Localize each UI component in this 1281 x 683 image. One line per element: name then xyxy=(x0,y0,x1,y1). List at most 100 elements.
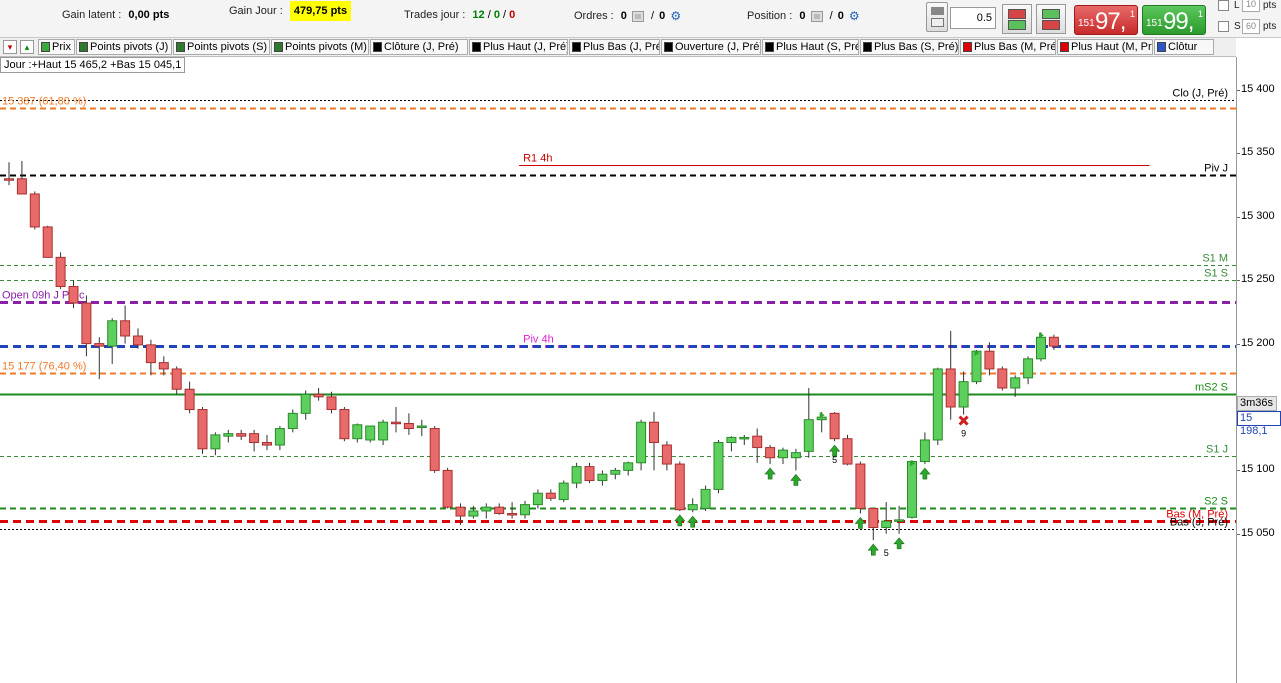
candle-body xyxy=(120,320,131,337)
candle-body xyxy=(94,343,105,347)
price-tick-mark xyxy=(1237,90,1240,91)
candle-body xyxy=(133,335,143,346)
level-label: mS2 S xyxy=(1195,382,1228,394)
position-count-a: 0 xyxy=(799,9,806,22)
indicator-label: Points pivots (S) xyxy=(187,41,268,53)
indicator-tab[interactable]: Points pivots (M) xyxy=(271,39,369,55)
indicator-label: Points pivots (J) xyxy=(90,41,169,53)
candle-body xyxy=(184,388,195,411)
indicator-tab[interactable]: Plus Bas (S, Pré) xyxy=(860,39,959,55)
level-label: S2 S xyxy=(1204,496,1228,508)
candle-body xyxy=(107,320,118,347)
candle-body xyxy=(816,416,827,421)
orders-list-icon[interactable] xyxy=(631,10,644,22)
price-tick-label: 15 250 xyxy=(1241,273,1275,286)
indicator-label: Ouverture (J, Pré) xyxy=(675,41,761,53)
indicator-tab[interactable]: Ouverture (J, Pré) xyxy=(661,39,761,55)
candle-body xyxy=(468,510,479,517)
trades-lost: 0 xyxy=(509,9,516,21)
indicator-tab[interactable]: Points pivots (S) xyxy=(173,39,270,55)
buy-arrow-marker xyxy=(893,537,905,550)
indicator-tab[interactable]: Plus Haut (M, Pré) xyxy=(1057,39,1153,55)
status-bar: Gain latent : 0,00 pts Gain Jour : 479,7… xyxy=(0,0,1281,38)
quantity-input[interactable] xyxy=(950,7,996,29)
indicator-tab[interactable]: Clôture (J, Pré) xyxy=(370,39,468,55)
price-tick-mark xyxy=(1237,343,1240,345)
calculator-icon[interactable] xyxy=(926,2,948,32)
limit-checkbox[interactable] xyxy=(1218,0,1229,11)
candle-body xyxy=(1023,358,1034,379)
buy-price-main: 99, xyxy=(1163,8,1194,35)
indicator-color-swatch xyxy=(765,42,774,52)
candle-body xyxy=(249,433,260,444)
indicator-color-swatch xyxy=(572,42,581,52)
orders-settings-gear-icon[interactable]: ⚙ xyxy=(670,9,681,23)
indicator-color-swatch xyxy=(472,42,481,52)
position: Position : 0 / 0 ⚙ xyxy=(747,9,860,23)
stop-pts-label: pts xyxy=(1263,21,1277,32)
candle-body xyxy=(365,425,376,441)
candle-body xyxy=(455,506,466,517)
ordres-count-a: 0 xyxy=(620,9,627,22)
indicator-tab[interactable]: Points pivots (J) xyxy=(76,39,172,55)
sell-button[interactable]: 151 97, 1 xyxy=(1074,5,1138,35)
candle-body xyxy=(145,344,156,364)
indicator-label: Points pivots (M) xyxy=(285,41,367,53)
candle-body xyxy=(274,428,285,446)
order-ticket-sell-icon[interactable] xyxy=(1002,4,1032,34)
candle-body xyxy=(313,393,324,398)
add-indicator-icon[interactable]: ▴ xyxy=(20,40,34,54)
price-tick-label: 15 350 xyxy=(1241,146,1275,159)
indicator-label: Plus Bas (M, Pré) xyxy=(974,41,1056,53)
candle-body xyxy=(842,438,853,465)
gain-jour-label: Gain Jour : xyxy=(229,5,283,17)
buy-button[interactable]: 151 99, 1 xyxy=(1142,5,1206,35)
level-label: Piv J xyxy=(1204,163,1228,175)
price-tick-label: 15 300 xyxy=(1241,209,1275,222)
candle-body xyxy=(1048,336,1059,347)
order-ticket-buy-icon[interactable] xyxy=(1036,4,1066,34)
candle-body xyxy=(700,488,711,509)
candle-timer: 3m36s xyxy=(1237,396,1277,411)
position-label: Position : xyxy=(747,9,793,22)
chart-plot-area[interactable]: Clo (J, Pré) 15 387 (61,80 %) R1 4h Piv J S1… xyxy=(0,57,1236,683)
indicator-tab[interactable]: Plus Bas (M, Pré) xyxy=(960,39,1056,55)
candle-body xyxy=(442,469,453,508)
candle-body xyxy=(68,286,79,304)
limit-pts-input[interactable]: 10 xyxy=(1242,0,1260,12)
indicator-tab[interactable]: Plus Bas (J, Pré) xyxy=(569,39,660,55)
indicator-tab[interactable]: Plus Haut (J, Pré) xyxy=(469,39,568,55)
sell-price-decimal: 1 xyxy=(1130,9,1136,19)
price-axis[interactable]: 15 40015 35015 30015 25015 20015 15015 1… xyxy=(1236,57,1281,683)
indicator-tab[interactable]: Clôtur xyxy=(1154,39,1214,55)
remove-indicator-icon[interactable]: ▾ xyxy=(3,40,17,54)
stop-pts-input[interactable]: 60 xyxy=(1242,19,1260,34)
indicator-tab[interactable]: Prix xyxy=(38,39,75,55)
buy-arrow-marker xyxy=(674,514,686,527)
stop-checkbox[interactable] xyxy=(1218,21,1229,32)
limit-label: L xyxy=(1234,0,1240,11)
indicator-tab[interactable]: Plus Haut (S, Pré) xyxy=(762,39,859,55)
price-tick-mark xyxy=(1237,533,1240,535)
indicator-color-swatch xyxy=(863,42,872,52)
indicator-color-swatch xyxy=(274,42,283,52)
price-tick-mark xyxy=(1237,470,1240,472)
level-label: S1 M xyxy=(1202,253,1228,265)
close-position-icon[interactable] xyxy=(810,10,823,22)
ordres: Ordres : 0 / 0 ⚙ xyxy=(574,9,682,23)
indicator-label: Prix xyxy=(52,41,71,53)
candle-body xyxy=(726,436,737,444)
indicator-color-swatch xyxy=(176,42,185,52)
indicator-label: Plus Bas (J, Pré) xyxy=(583,41,660,53)
candle-body xyxy=(171,368,182,390)
level-label: Bas (J, Pré) xyxy=(1170,517,1228,529)
candlestick-chart: Clo (J, Pré) 15 387 (61,80 %) R1 4h Piv J S1… xyxy=(0,88,1236,558)
indicator-label: Plus Haut (M, Pré) xyxy=(1071,41,1153,53)
day-range-label: Jour :+Haut 15 465,2 +Bas 15 045,1 xyxy=(0,57,186,73)
candle-body xyxy=(1036,336,1046,360)
trades-won: 0 xyxy=(493,9,500,21)
trades-jour-label: Trades jour : xyxy=(404,9,466,21)
last-price-label: 15 198,1 xyxy=(1237,411,1281,437)
indicator-label: Clôtur xyxy=(1168,41,1198,53)
position-settings-gear-icon[interactable]: ⚙ xyxy=(849,9,860,23)
